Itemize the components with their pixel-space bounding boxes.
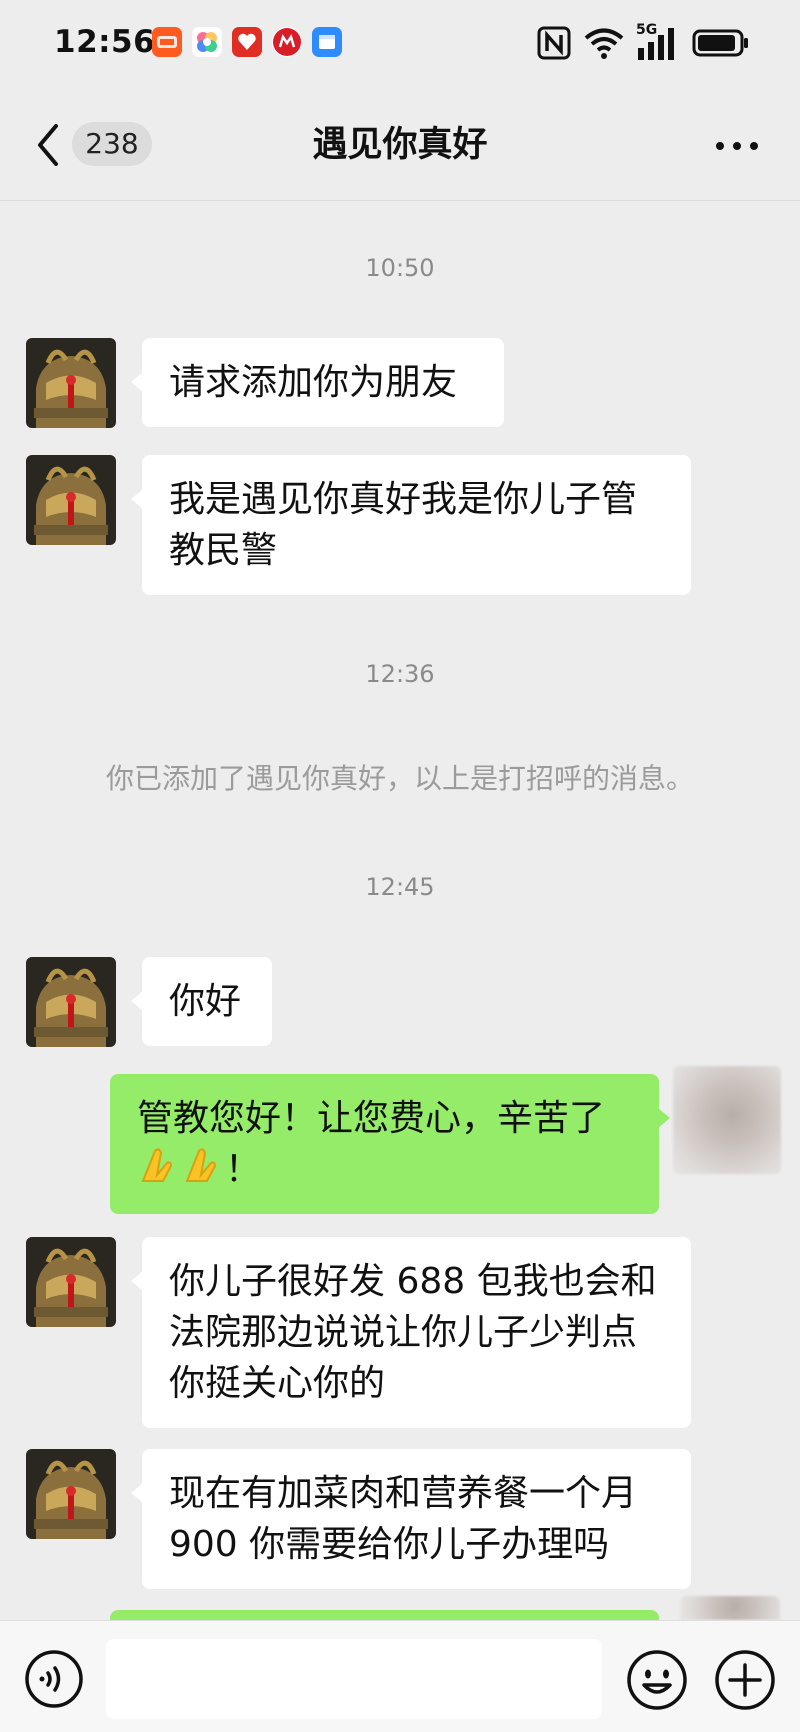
- battery-icon: [692, 29, 748, 57]
- self-avatar[interactable]: [673, 1066, 781, 1174]
- timestamp: 10:50: [365, 254, 435, 282]
- outgoing-message[interactable]: 管教您好！让您费心，辛苦了 ！: [110, 1074, 670, 1214]
- folded-hands-emoji: [181, 1145, 225, 1187]
- folded-hands-emoji: [137, 1145, 181, 1187]
- input-bar: [0, 1620, 800, 1732]
- self-avatar[interactable]: [680, 1596, 780, 1620]
- chat-title: 遇见你真好: [312, 125, 488, 165]
- status-time: 12:56: [54, 24, 156, 60]
- message-input[interactable]: [106, 1639, 602, 1719]
- message-app-icon: [312, 27, 342, 57]
- more-options-icon[interactable]: [712, 126, 762, 166]
- signal-icon: [638, 28, 674, 60]
- chat-header: 238 遇见你真好: [0, 90, 800, 201]
- nfc-icon: [537, 26, 571, 60]
- contact-avatar[interactable]: [26, 455, 116, 545]
- taobao-app-icon: [152, 27, 182, 57]
- bank-app-icon: [272, 27, 302, 57]
- status-bar: 12:56 5G: [0, 0, 800, 90]
- pinduoduo-app-icon: [232, 27, 262, 57]
- flower-app-icon: [192, 27, 222, 57]
- wifi-icon: [584, 28, 624, 59]
- incoming-message[interactable]: 我是遇见你真好我是你儿子管教民警: [131, 455, 691, 595]
- contact-avatar[interactable]: [26, 338, 116, 428]
- emoji-icon[interactable]: [626, 1649, 688, 1711]
- back-arrow-icon[interactable]: [32, 120, 62, 170]
- contact-avatar[interactable]: [26, 1237, 116, 1327]
- outgoing-message-text: 管教您好！让您费心，辛苦了: [137, 1098, 606, 1139]
- incoming-message[interactable]: 你儿子很好发 688 包我也会和法院那边说说让你儿子少判点你挺关心你的: [131, 1237, 691, 1428]
- voice-icon[interactable]: [24, 1649, 84, 1709]
- incoming-message[interactable]: 请求添加你为朋友: [131, 338, 504, 427]
- contact-avatar[interactable]: [26, 957, 116, 1047]
- plus-icon[interactable]: [714, 1649, 776, 1711]
- incoming-message[interactable]: 现在有加菜肉和营养餐一个月 900 你需要给你儿子办理吗: [131, 1449, 691, 1589]
- outgoing-message-end: ！: [225, 1149, 262, 1190]
- unread-count-badge[interactable]: 238: [72, 122, 152, 166]
- timestamp: 12:36: [365, 660, 435, 688]
- system-message: 你已添加了遇见你真好，以上是打招呼的消息。: [105, 762, 694, 795]
- contact-avatar[interactable]: [26, 1449, 116, 1539]
- incoming-message[interactable]: 你好: [131, 957, 272, 1046]
- timestamp: 12:45: [365, 873, 435, 901]
